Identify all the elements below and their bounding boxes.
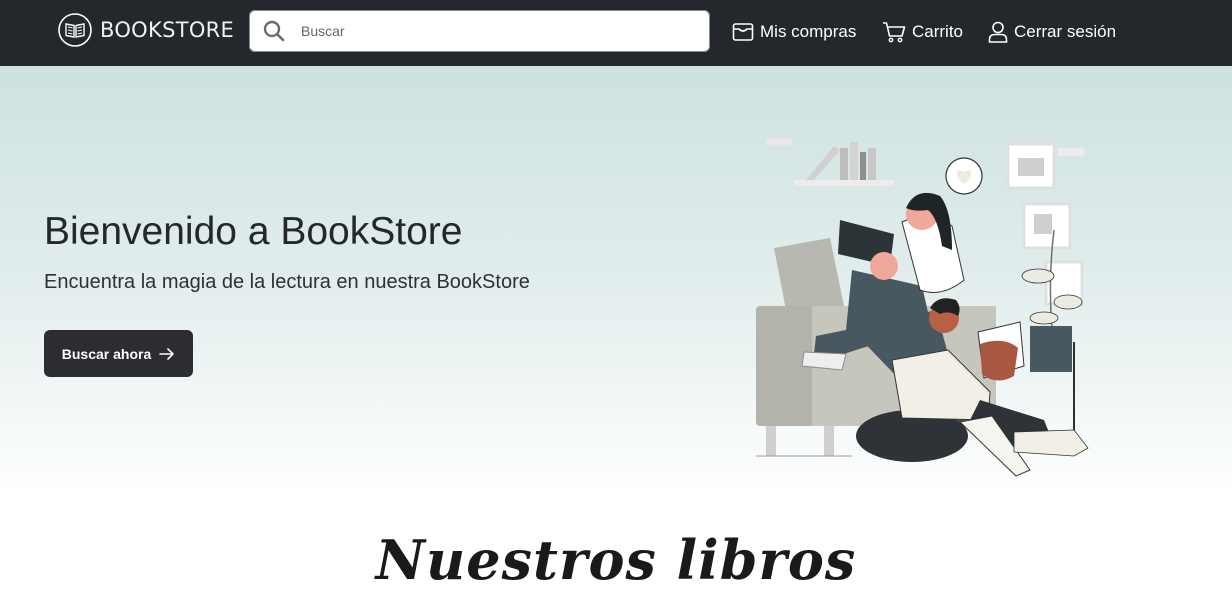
purchases-box-icon [732, 23, 754, 41]
search-input[interactable] [299, 22, 683, 40]
search-now-button[interactable]: Buscar ahora [44, 330, 193, 377]
nav-cart[interactable]: Carrito [882, 18, 963, 46]
nav-logout-label: Cerrar sesión [1014, 22, 1117, 41]
search-bar [249, 10, 710, 52]
book-logo-icon [58, 13, 92, 47]
arrow-right-icon [159, 347, 175, 360]
brand-logo-link[interactable]: BOOKSTORE [58, 12, 234, 48]
cart-icon [883, 22, 906, 43]
user-icon [988, 21, 1008, 43]
search-icon[interactable] [263, 20, 285, 42]
nav-my-purchases-label: Mis compras [760, 22, 857, 41]
hero-title: Bienvenido a BookStore [44, 210, 463, 253]
nav-logout[interactable]: Cerrar sesión [988, 18, 1116, 46]
reading-people-illustration [756, 138, 1089, 477]
brand-name: BOOKSTORE [100, 18, 235, 42]
search-now-label: Buscar ahora [61, 345, 152, 362]
top-navbar: BOOKSTORE Mis compras Carrito Cerrar ses… [0, 0, 1232, 66]
nav-my-purchases[interactable]: Mis compras [732, 18, 856, 46]
hero-subtitle: Encuentra la magia de la lectura en nues… [44, 271, 530, 293]
nav-cart-label: Carrito [912, 22, 964, 41]
section-title: Nuestros libros [375, 528, 857, 592]
